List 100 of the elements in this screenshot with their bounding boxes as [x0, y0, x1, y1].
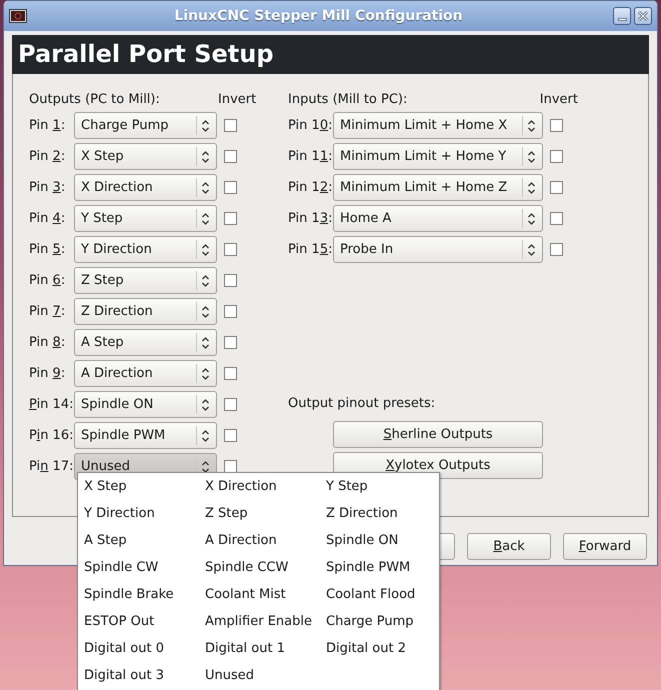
menu-item[interactable]: Digital out 0	[78, 636, 199, 663]
close-button[interactable]	[634, 7, 652, 25]
menu-item[interactable]: Charge Pump	[320, 609, 441, 636]
invert-checkbox[interactable]	[224, 212, 237, 225]
invert-checkbox[interactable]	[224, 150, 237, 163]
output-select[interactable]: Charge Pump	[74, 112, 217, 139]
invert-checkbox[interactable]	[224, 336, 237, 349]
input-select[interactable]: Minimum Limit + Home Z	[333, 174, 543, 201]
menu-item[interactable]: Digital out 3	[78, 663, 199, 690]
pin-label: Pin 17:	[29, 458, 74, 476]
menu-item[interactable]: Coolant Mist	[199, 582, 320, 609]
output-select[interactable]: X Direction	[74, 174, 217, 201]
pin-label: Pin 4:	[29, 210, 66, 228]
window-title: LinuxCNC Stepper Mill Configuration	[173, 6, 464, 26]
input-select[interactable]: Home A	[333, 205, 543, 232]
input-select[interactable]: Minimum Limit + Home Y	[333, 143, 543, 170]
output-select[interactable]: Y Step	[74, 205, 217, 232]
invert-checkbox[interactable]	[224, 243, 237, 256]
output-select[interactable]: A Direction	[74, 360, 217, 387]
column-heading: Invert	[218, 91, 256, 109]
output-select[interactable]: Z Direction	[74, 298, 217, 325]
spin-arrows-icon	[527, 180, 536, 194]
spin-arrows-icon	[201, 304, 210, 318]
invert-checkbox[interactable]	[550, 243, 563, 256]
column-heading: Inputs (Mill to PC):	[288, 91, 408, 109]
menu-item[interactable]: A Direction	[199, 528, 320, 555]
menu-item[interactable]: Coolant Flood	[320, 582, 441, 609]
spin-arrows-icon	[527, 150, 536, 164]
column-heading: Outputs (PC to Mill):	[29, 91, 161, 109]
spin-arrows-icon	[201, 150, 210, 164]
output-select[interactable]: Z Step	[74, 267, 217, 294]
minimize-icon	[618, 18, 626, 21]
menu-item[interactable]: Amplifier Enable	[199, 609, 320, 636]
pin-label: Pin 15:	[288, 240, 333, 259]
nav-button[interactable]: Back	[467, 533, 551, 560]
menu-item[interactable]: Spindle CCW	[199, 555, 320, 582]
pin-label: Pin 2:	[29, 148, 66, 166]
presets-label: Output pinout presets:	[288, 395, 436, 413]
menu-item[interactable]: Spindle ON	[320, 528, 441, 555]
page-title: Parallel Port Setup	[12, 35, 649, 74]
output-select[interactable]: A Step	[74, 329, 217, 356]
output-select[interactable]: Spindle PWM	[74, 422, 217, 449]
invert-checkbox[interactable]	[550, 119, 563, 132]
spin-arrows-icon	[527, 212, 536, 226]
invert-checkbox[interactable]	[550, 181, 563, 194]
menu-item[interactable]: Unused	[199, 663, 320, 690]
menu-item[interactable]: Spindle CW	[78, 555, 199, 582]
pin-label: Pin 8:	[29, 334, 66, 352]
spin-arrows-icon	[201, 212, 210, 226]
menu-item[interactable]: Spindle Brake	[78, 582, 199, 609]
invert-checkbox[interactable]	[224, 181, 237, 194]
nav-button[interactable]: Forward	[563, 533, 647, 560]
invert-checkbox[interactable]	[224, 460, 237, 473]
output-select[interactable]: Spindle ON	[74, 391, 217, 418]
minimize-button[interactable]	[613, 7, 631, 25]
pin-label: Pin 12:	[288, 178, 333, 197]
preset-button[interactable]: Sherline Outputs	[333, 421, 543, 448]
pin-label: Pin 14:	[29, 396, 74, 414]
spin-arrows-icon	[201, 460, 210, 474]
spin-arrows-icon	[201, 242, 210, 256]
invert-checkbox[interactable]	[224, 305, 237, 318]
pin-label: Pin 16:	[29, 426, 74, 445]
spin-arrows-icon	[201, 428, 210, 442]
input-select[interactable]: Minimum Limit + Home X	[333, 112, 543, 139]
menu-item[interactable]: Y Direction	[78, 501, 199, 528]
spin-arrows-icon	[201, 336, 210, 350]
spin-arrows-icon	[201, 118, 210, 132]
menu-item[interactable]: Spindle PWM	[320, 555, 441, 582]
spin-arrows-icon	[201, 180, 210, 194]
output-select[interactable]: Y Direction	[74, 236, 217, 263]
invert-checkbox[interactable]	[550, 150, 563, 163]
menu-item[interactable]: Z Step	[199, 501, 320, 528]
pin-label: Pin 11:	[288, 148, 333, 166]
spin-arrows-icon	[201, 398, 210, 412]
pin-label: Pin 6:	[29, 272, 66, 290]
invert-checkbox[interactable]	[224, 398, 237, 411]
pin-label: Pin 5:	[29, 240, 66, 259]
input-select[interactable]: Probe In	[333, 236, 543, 263]
invert-checkbox[interactable]	[224, 367, 237, 380]
pin-label: Pin 1:	[29, 116, 66, 135]
menu-item[interactable]: A Step	[78, 528, 199, 555]
spin-arrows-icon	[527, 242, 536, 256]
pin-label: Pin 9:	[29, 364, 66, 383]
output-select[interactable]: X Step	[74, 143, 217, 170]
menu-item[interactable]: Digital out 1	[199, 636, 320, 663]
invert-checkbox[interactable]	[224, 429, 237, 442]
spin-arrows-icon	[527, 118, 536, 132]
invert-checkbox[interactable]	[224, 274, 237, 287]
pin-label: Pin 3:	[29, 178, 66, 197]
app-icon	[9, 9, 27, 23]
pin-label: Pin 7:	[29, 302, 66, 321]
pin-label: Pin 10:	[288, 116, 333, 135]
pin-label: Pin 13:	[288, 210, 333, 228]
menu-item[interactable]: Digital out 2	[320, 636, 441, 663]
invert-checkbox[interactable]	[550, 212, 563, 225]
spin-arrows-icon	[201, 274, 210, 288]
column-heading: Invert	[540, 91, 578, 109]
menu-item[interactable]: ESTOP Out	[78, 609, 199, 636]
invert-checkbox[interactable]	[224, 119, 237, 132]
menu-item[interactable]: Z Direction	[320, 501, 441, 528]
